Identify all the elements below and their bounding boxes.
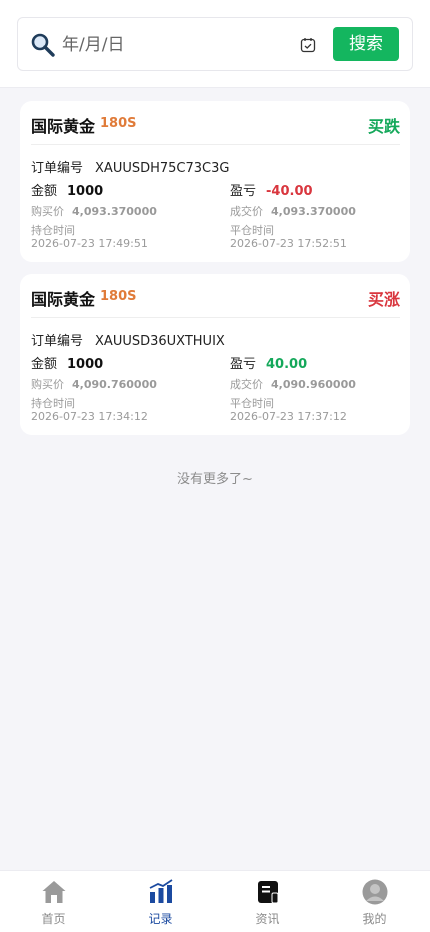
tab-label: 资讯 (255, 912, 280, 926)
order-card-header: 国际黄金 180S 买跌 (20, 101, 410, 145)
deal-price-label: 成交价 (230, 378, 263, 391)
search-bar: 搜索 (17, 17, 413, 71)
deal-price-row: 成交价 4,093.370000 (230, 203, 356, 219)
direction-label: 买涨 (367, 290, 400, 309)
divider (31, 317, 400, 318)
order-card[interactable]: 国际黄金 180S 买涨 订单编号 XAUUSD36UXTHUIX 金额 1000 … (20, 274, 410, 435)
close-time-label: 平仓时间 (230, 224, 274, 237)
duration-badge: 180S (100, 289, 137, 304)
bar-chart-icon (149, 879, 173, 903)
tab-records[interactable]: 记录 (107, 871, 214, 932)
direction-label: 买跌 (367, 117, 400, 136)
search-icon[interactable] (30, 32, 56, 58)
tab-label: 首页 (41, 912, 66, 926)
order-card[interactable]: 国际黄金 180S 买跌 订单编号 XAUUSDH75C73C3G 金额 1000 … (20, 101, 410, 262)
amount-value: 1000 (67, 357, 104, 372)
buy-price-value: 4,090.760000 (72, 378, 157, 391)
pnl-value: -40.00 (266, 184, 313, 199)
buy-price-label: 购买价 (31, 205, 64, 218)
close-time-label: 平仓时间 (230, 397, 274, 410)
date-input[interactable] (62, 28, 262, 62)
user-icon (362, 879, 388, 905)
close-time-value: 2026-07-23 17:52:51 (230, 237, 347, 250)
bottom-tabbar: 首页 记录 资讯 我的 (0, 870, 430, 932)
pnl-label: 盈亏 (230, 184, 257, 199)
news-icon (258, 881, 279, 904)
open-time-label: 持仓时间 (31, 397, 75, 410)
symbol-name: 国际黄金 (31, 117, 96, 136)
tab-label: 记录 (148, 912, 173, 926)
symbol-name: 国际黄金 (31, 290, 96, 309)
tab-news[interactable]: 资讯 (214, 871, 321, 932)
list-end-message: 没有更多了~ (177, 472, 253, 487)
deal-price-label: 成交价 (230, 205, 263, 218)
close-time-value: 2026-07-23 17:37:12 (230, 410, 347, 423)
open-time-label: 持仓时间 (31, 224, 75, 237)
order-number-row: 订单编号 XAUUSD36UXTHUIX (31, 330, 225, 349)
divider (31, 144, 400, 145)
amount-row: 金额 1000 (31, 180, 103, 199)
duration-badge: 180S (100, 116, 137, 131)
home-icon (42, 881, 66, 903)
pnl-row: 盈亏 40.00 (230, 353, 307, 372)
tab-profile[interactable]: 我的 (321, 871, 428, 932)
search-header: 搜索 (0, 0, 430, 88)
buy-price-row: 购买价 4,093.370000 (31, 203, 157, 219)
order-number-label: 订单编号 (31, 334, 84, 349)
order-card-header: 国际黄金 180S 买涨 (20, 274, 410, 318)
search-button[interactable]: 搜索 (333, 27, 399, 61)
tab-label: 我的 (362, 912, 387, 926)
amount-label: 金额 (31, 184, 58, 199)
buy-price-label: 购买价 (31, 378, 64, 391)
pnl-label: 盈亏 (230, 357, 257, 372)
buy-price-value: 4,093.370000 (72, 205, 157, 218)
order-number-row: 订单编号 XAUUSDH75C73C3G (31, 157, 229, 176)
calendar-icon[interactable] (300, 37, 316, 53)
order-number-label: 订单编号 (31, 161, 84, 176)
amount-row: 金额 1000 (31, 353, 103, 372)
deal-price-row: 成交价 4,090.960000 (230, 376, 356, 392)
deal-price-value: 4,090.960000 (271, 378, 356, 391)
pnl-row: 盈亏 -40.00 (230, 180, 313, 199)
order-number-value: XAUUSD36UXTHUIX (95, 334, 225, 349)
order-number-value: XAUUSDH75C73C3G (95, 161, 230, 176)
open-time-value: 2026-07-23 17:49:51 (31, 237, 148, 250)
open-time-value: 2026-07-23 17:34:12 (31, 410, 148, 423)
deal-price-value: 4,093.370000 (271, 205, 356, 218)
pnl-value: 40.00 (266, 357, 308, 372)
amount-label: 金额 (31, 357, 58, 372)
amount-value: 1000 (67, 184, 104, 199)
buy-price-row: 购买价 4,090.760000 (31, 376, 157, 392)
tab-home[interactable]: 首页 (0, 871, 107, 932)
